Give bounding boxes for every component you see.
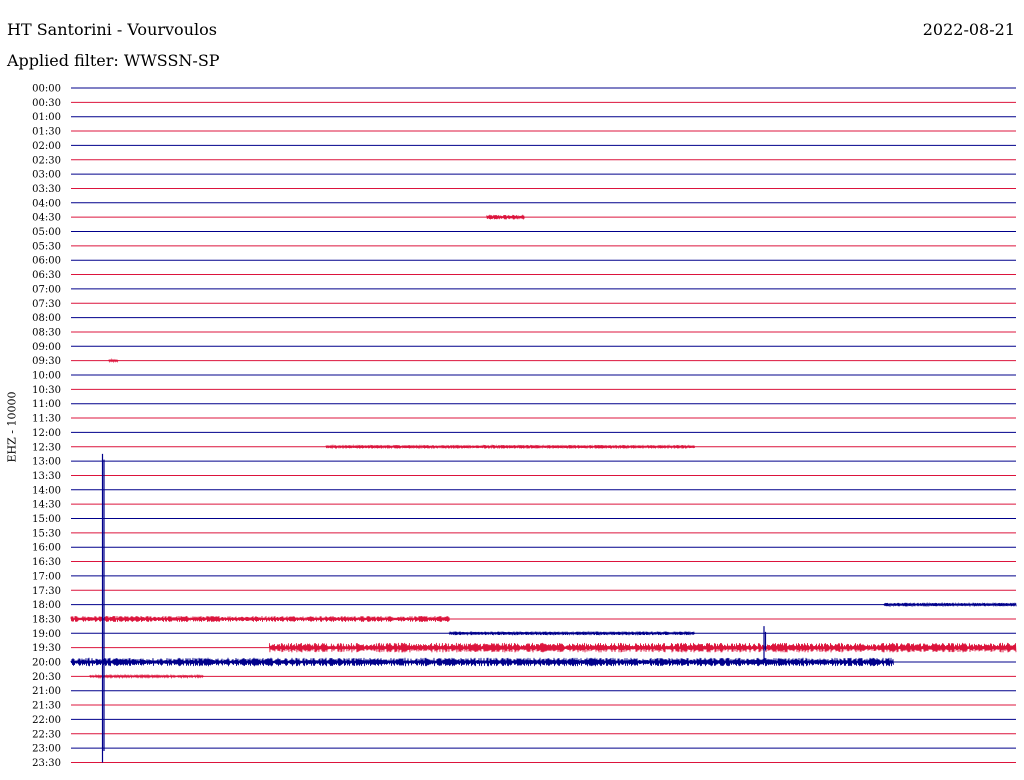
row-label-1630: 16:30 <box>32 557 61 568</box>
row-label-1030: 10:30 <box>32 385 61 396</box>
row-label-2130: 21:30 <box>32 701 61 712</box>
activity-1930 <box>269 642 1017 653</box>
row-label-1530: 15:30 <box>32 528 61 539</box>
row-label-0830: 08:30 <box>32 327 61 338</box>
row-label-1400: 14:00 <box>32 485 61 496</box>
row-label-2330: 23:30 <box>32 758 61 769</box>
row-label-1000: 10:00 <box>32 371 61 382</box>
row-label-1730: 17:30 <box>32 586 61 597</box>
row-label-0630: 06:30 <box>32 270 61 281</box>
row-label-0900: 09:00 <box>32 342 61 353</box>
row-label-0000: 00:00 <box>32 84 61 95</box>
row-label-0100: 01:00 <box>32 112 61 123</box>
row-label-1430: 14:30 <box>32 500 61 511</box>
row-label-1330: 13:30 <box>32 471 61 482</box>
row-label-1600: 16:00 <box>32 543 61 554</box>
row-label-0130: 01:30 <box>32 127 61 138</box>
row-label-1230: 12:30 <box>32 442 61 453</box>
activity-1800 <box>883 602 1017 608</box>
row-label-1200: 12:00 <box>32 428 61 439</box>
row-label-0030: 00:30 <box>32 98 61 109</box>
activity-1230 <box>325 444 695 450</box>
row-label-1300: 13:00 <box>32 457 61 468</box>
row-label-0300: 03:00 <box>32 170 61 181</box>
row-label-0400: 04:00 <box>32 198 61 209</box>
row-label-0200: 02:00 <box>32 141 61 152</box>
row-label-1500: 15:00 <box>32 514 61 525</box>
row-label-2030: 20:30 <box>32 672 61 683</box>
activity-0430 <box>486 214 525 220</box>
row-label-0800: 08:00 <box>32 313 61 324</box>
activity-2030 <box>89 673 204 680</box>
row-label-2300: 23:00 <box>32 744 61 755</box>
row-label-1830: 18:30 <box>32 614 61 625</box>
row-label-1100: 11:00 <box>32 399 61 410</box>
row-label-0600: 06:00 <box>32 256 61 267</box>
row-label-1130: 11:30 <box>32 414 61 425</box>
row-label-0430: 04:30 <box>32 213 61 224</box>
row-label-0230: 02:30 <box>32 155 61 166</box>
row-label-0500: 05:00 <box>32 227 61 238</box>
row-label-1900: 19:00 <box>32 629 61 640</box>
row-label-1930: 19:30 <box>32 643 61 654</box>
helicorder-plot: 00:00 00:30 01:00 01:30 02:00 02:30 03:00 03:30… <box>32 84 1017 769</box>
activity-2000 <box>70 657 894 667</box>
row-label-0530: 05:30 <box>32 241 61 252</box>
row-label-2000: 20:00 <box>32 658 61 669</box>
row-label-2230: 22:30 <box>32 729 61 740</box>
activity-0930 <box>108 358 119 364</box>
row-label-0930: 09:30 <box>32 356 61 367</box>
row-label-0330: 03:30 <box>32 184 61 195</box>
row-label-0700: 07:00 <box>32 284 61 295</box>
row-label-1800: 18:00 <box>32 600 61 611</box>
row-label-2200: 22:00 <box>32 715 61 726</box>
row-label-2100: 21:00 <box>32 686 61 697</box>
row-label-0730: 07:30 <box>32 299 61 310</box>
row-label-1700: 17:00 <box>32 571 61 582</box>
activity-1830 <box>70 615 450 622</box>
activity-1900 <box>448 630 695 636</box>
